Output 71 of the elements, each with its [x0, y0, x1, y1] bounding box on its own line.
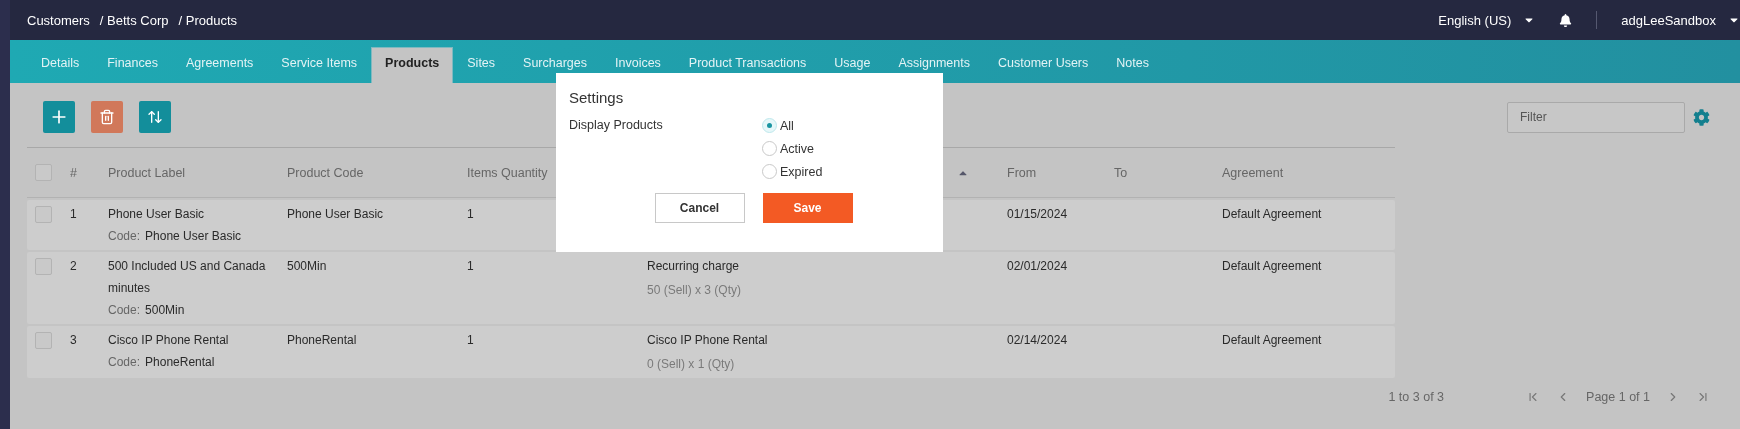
product-label: Cisco IP Phone Rental	[108, 332, 230, 349]
table-cell-text: 500Min	[287, 258, 328, 275]
tab[interactable]: Notes	[1102, 47, 1163, 83]
user-menu[interactable]: adgLeeSandbox	[1621, 12, 1716, 28]
tab[interactable]: Agreements	[171, 47, 268, 83]
breadcrumb-link[interactable]: / Products	[178, 12, 238, 28]
table-cell-text: PhoneRental	[287, 332, 358, 349]
breadcrumb-link[interactable]: / Betts Corp	[99, 12, 169, 28]
code-label: Code:	[108, 354, 141, 371]
add-button[interactable]	[43, 101, 75, 133]
charge-detail: 50 (Sell) x 3 (Qty)	[647, 282, 743, 299]
tab[interactable]: Details	[27, 47, 94, 83]
table-cell-text: 1	[467, 258, 475, 275]
code-value: 500Min	[145, 302, 185, 319]
tab[interactable]: Service Items	[267, 47, 372, 83]
table-cell-text: 1	[467, 332, 475, 349]
settings-icon[interactable]	[1693, 108, 1710, 126]
column-header[interactable]: Product Label	[108, 165, 287, 180]
code-label: Code:	[108, 302, 141, 319]
code-value: PhoneRental	[145, 354, 215, 371]
tab[interactable]: Customer Users	[984, 47, 1103, 83]
table-cell-text: 01/15/2024	[1007, 206, 1069, 223]
cancel-button[interactable]: Cancel	[654, 193, 745, 223]
code-label: Code:	[108, 228, 141, 245]
table-cell-text: Default Agreement	[1222, 258, 1323, 275]
radio-label[interactable]: Expired	[780, 164, 823, 179]
delete-button[interactable]	[91, 101, 123, 133]
radio-label[interactable]: All	[780, 118, 794, 133]
filter-field[interactable]: Filter	[1507, 101, 1685, 133]
language-selector[interactable]: English (US)	[1438, 12, 1512, 28]
radio-label[interactable]: Active	[780, 141, 815, 156]
column-header[interactable]: To	[1114, 165, 1222, 180]
sort-button[interactable]	[139, 101, 171, 133]
radio-button[interactable]	[762, 118, 777, 133]
up-down-arrows-icon	[147, 109, 163, 125]
bell-icon[interactable]	[1559, 13, 1573, 27]
table-cell-text: Phone User Basic	[287, 206, 385, 223]
charge-detail: 0 (Sell) x 1 (Qty)	[647, 356, 736, 373]
radio-button[interactable]	[762, 141, 777, 156]
column-header[interactable]: Product Code	[287, 165, 467, 180]
table-cell-text: 1	[70, 206, 78, 223]
breadcrumb-link[interactable]: Customers	[27, 12, 90, 28]
table-cell-text: 02/01/2024	[1007, 258, 1069, 275]
table-cell-text: 2	[70, 258, 78, 275]
pagination-summary: 1 to 3 of 3	[1388, 390, 1445, 404]
radio-button[interactable]	[762, 164, 777, 179]
table-cell-text: Default Agreement	[1222, 206, 1323, 223]
field-label: Display Products	[569, 118, 664, 134]
table-cell-text: Default Agreement	[1222, 332, 1323, 349]
charge-title: Recurring charge	[647, 258, 741, 275]
column-header[interactable]: From	[1007, 165, 1114, 180]
table-cell-text: 02/14/2024	[1007, 332, 1069, 349]
tab[interactable]: Sites	[453, 47, 510, 83]
column-header[interactable]: #	[70, 165, 108, 180]
checkbox[interactable]	[35, 258, 52, 275]
tab[interactable]: Finances	[93, 47, 172, 83]
column-header[interactable]: Agreement	[1222, 165, 1395, 180]
table-cell-text: 1	[467, 206, 475, 223]
trash-icon	[99, 109, 115, 125]
checkbox[interactable]	[35, 332, 52, 349]
save-button[interactable]: Save	[762, 193, 853, 223]
page-indicator: Page 1 of 1	[1586, 390, 1650, 404]
charge-title: Cisco IP Phone Rental	[647, 332, 769, 349]
dialog-title: Settings	[569, 89, 625, 106]
product-label: 500 Included US and Canada minutes	[108, 258, 267, 297]
checkbox[interactable]	[35, 206, 52, 223]
code-value: Phone User Basic	[145, 228, 242, 245]
table-cell-text: 3	[70, 332, 78, 349]
tab[interactable]: Products	[371, 47, 454, 83]
product-label: Phone User Basic	[108, 206, 206, 223]
last-page-icon[interactable]	[1696, 390, 1710, 404]
